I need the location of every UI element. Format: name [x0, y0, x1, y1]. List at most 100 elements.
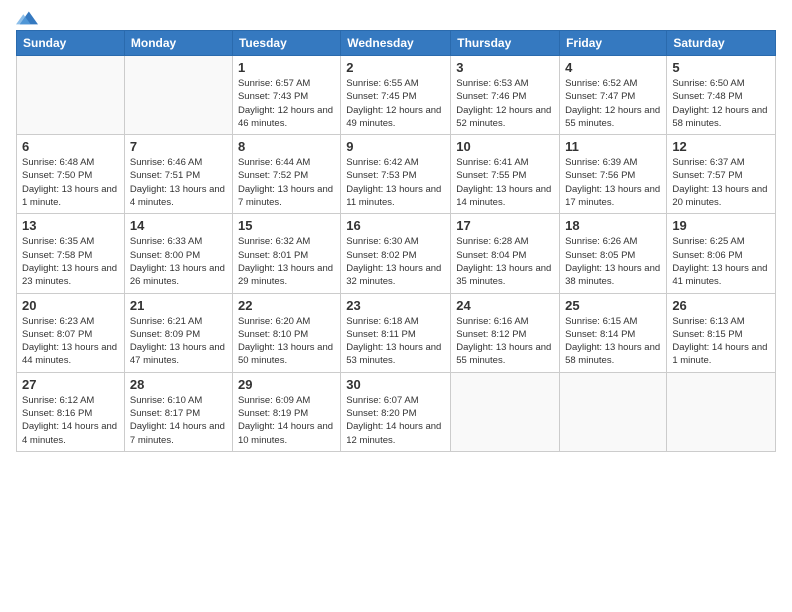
- sunset: Sunset: 7:45 PM: [346, 91, 416, 102]
- calendar-cell: 22Sunrise: 6:20 AMSunset: 8:10 PMDayligh…: [232, 293, 340, 372]
- daylight: Daylight: 13 hours and 44 minutes.: [22, 342, 117, 366]
- daylight: Daylight: 13 hours and 4 minutes.: [130, 184, 225, 208]
- sunrise: Sunrise: 6:26 AM: [565, 236, 637, 247]
- calendar-weekday-wednesday: Wednesday: [341, 31, 451, 56]
- day-number: 20: [22, 298, 119, 313]
- sunrise: Sunrise: 6:07 AM: [346, 395, 418, 406]
- day-info: Sunrise: 6:28 AMSunset: 8:04 PMDaylight:…: [456, 235, 554, 288]
- daylight: Daylight: 13 hours and 29 minutes.: [238, 263, 333, 287]
- daylight: Daylight: 13 hours and 41 minutes.: [672, 263, 767, 287]
- day-info: Sunrise: 6:44 AMSunset: 7:52 PMDaylight:…: [238, 156, 335, 209]
- sunrise: Sunrise: 6:25 AM: [672, 236, 744, 247]
- sunset: Sunset: 8:14 PM: [565, 329, 635, 340]
- sunset: Sunset: 8:02 PM: [346, 250, 416, 261]
- sunset: Sunset: 8:05 PM: [565, 250, 635, 261]
- sunset: Sunset: 7:47 PM: [565, 91, 635, 102]
- day-number: 30: [346, 377, 445, 392]
- day-number: 25: [565, 298, 661, 313]
- day-info: Sunrise: 6:13 AMSunset: 8:15 PMDaylight:…: [672, 315, 770, 368]
- sunrise: Sunrise: 6:52 AM: [565, 78, 637, 89]
- day-info: Sunrise: 6:33 AMSunset: 8:00 PMDaylight:…: [130, 235, 227, 288]
- day-number: 23: [346, 298, 445, 313]
- calendar-cell: [667, 372, 776, 451]
- sunset: Sunset: 8:00 PM: [130, 250, 200, 261]
- daylight: Daylight: 12 hours and 46 minutes.: [238, 105, 333, 129]
- sunrise: Sunrise: 6:55 AM: [346, 78, 418, 89]
- logo: [16, 10, 38, 24]
- calendar-cell: 28 Sunrise: 6:10 AMSunset: 8:17 PMDayligh…: [124, 372, 232, 451]
- day-info: Sunrise: 6:52 AMSunset: 7:47 PMDaylight:…: [565, 77, 661, 130]
- calendar-cell: 7Sunrise: 6:46 AMSunset: 7:51 PMDaylight…: [124, 135, 232, 214]
- calendar-cell: 25Sunrise: 6:15 AMSunset: 8:14 PMDayligh…: [560, 293, 667, 372]
- sunrise: Sunrise: 6:37 AM: [672, 157, 744, 168]
- calendar-cell: [560, 372, 667, 451]
- calendar-cell: 20Sunrise: 6:23 AMSunset: 8:07 PMDayligh…: [17, 293, 125, 372]
- day-number: 28: [130, 377, 227, 392]
- sunrise: Sunrise: 6:32 AM: [238, 236, 310, 247]
- day-number: 16: [346, 218, 445, 233]
- sunset: Sunset: 8:04 PM: [456, 250, 526, 261]
- sunset: Sunset: 8:01 PM: [238, 250, 308, 261]
- calendar-cell: 9Sunrise: 6:42 AMSunset: 7:53 PMDaylight…: [341, 135, 451, 214]
- calendar-cell: 13Sunrise: 6:35 AMSunset: 7:58 PMDayligh…: [17, 214, 125, 293]
- sunset: Sunset: 7:58 PM: [22, 250, 92, 261]
- sunrise: Sunrise: 6:15 AM: [565, 316, 637, 327]
- daylight: Daylight: 13 hours and 50 minutes.: [238, 342, 333, 366]
- day-number: 22: [238, 298, 335, 313]
- day-info: Sunrise: 6:41 AMSunset: 7:55 PMDaylight:…: [456, 156, 554, 209]
- daylight: Daylight: 13 hours and 38 minutes.: [565, 263, 660, 287]
- sunrise: Sunrise: 6:46 AM: [130, 157, 202, 168]
- header: [16, 10, 776, 24]
- daylight: Daylight: 13 hours and 32 minutes.: [346, 263, 441, 287]
- day-number: 14: [130, 218, 227, 233]
- day-info: Sunrise: 6:25 AMSunset: 8:06 PMDaylight:…: [672, 235, 770, 288]
- calendar-table: SundayMondayTuesdayWednesdayThursdayFrid…: [16, 30, 776, 452]
- day-info: Sunrise: 6:15 AMSunset: 8:14 PMDaylight:…: [565, 315, 661, 368]
- daylight: Daylight: 12 hours and 58 minutes.: [672, 105, 767, 129]
- sunrise: Sunrise: 6:10 AM: [130, 395, 202, 406]
- daylight: Daylight: 14 hours and 12 minutes.: [346, 421, 441, 445]
- day-number: 3: [456, 60, 554, 75]
- sunrise: Sunrise: 6:35 AM: [22, 236, 94, 247]
- calendar-week-3: 13Sunrise: 6:35 AMSunset: 7:58 PMDayligh…: [17, 214, 776, 293]
- day-number: 12: [672, 139, 770, 154]
- day-number: 5: [672, 60, 770, 75]
- daylight: Daylight: 13 hours and 55 minutes.: [456, 342, 551, 366]
- logo-icon: [16, 6, 38, 28]
- calendar-week-5: 27Sunrise: 6:12 AMSunset: 8:16 PMDayligh…: [17, 372, 776, 451]
- calendar-cell: 2Sunrise: 6:55 AMSunset: 7:45 PMDaylight…: [341, 56, 451, 135]
- sunset: Sunset: 7:48 PM: [672, 91, 742, 102]
- calendar-week-2: 6Sunrise: 6:48 AMSunset: 7:50 PMDaylight…: [17, 135, 776, 214]
- daylight: Daylight: 13 hours and 35 minutes.: [456, 263, 551, 287]
- daylight: Daylight: 14 hours and 10 minutes.: [238, 421, 333, 445]
- calendar-cell: 5 Sunrise: 6:50 AMSunset: 7:48 PMDaylight…: [667, 56, 776, 135]
- sunset: Sunset: 8:20 PM: [346, 408, 416, 419]
- day-info: Sunrise: 6:10 AMSunset: 8:17 PMDaylight:…: [130, 394, 227, 447]
- sunset: Sunset: 8:07 PM: [22, 329, 92, 340]
- day-info: Sunrise: 6:37 AMSunset: 7:57 PMDaylight:…: [672, 156, 770, 209]
- sunrise: Sunrise: 6:16 AM: [456, 316, 528, 327]
- calendar-cell: 3Sunrise: 6:53 AMSunset: 7:46 PMDaylight…: [451, 56, 560, 135]
- sunrise: Sunrise: 6:42 AM: [346, 157, 418, 168]
- day-number: 19: [672, 218, 770, 233]
- sunset: Sunset: 8:16 PM: [22, 408, 92, 419]
- day-info: Sunrise: 6:50 AMSunset: 7:48 PMDaylight:…: [672, 77, 770, 130]
- daylight: Daylight: 13 hours and 53 minutes.: [346, 342, 441, 366]
- day-info: Sunrise: 6:16 AMSunset: 8:12 PMDaylight:…: [456, 315, 554, 368]
- page: SundayMondayTuesdayWednesdayThursdayFrid…: [0, 0, 792, 612]
- sunrise: Sunrise: 6:13 AM: [672, 316, 744, 327]
- day-number: 24: [456, 298, 554, 313]
- sunset: Sunset: 8:09 PM: [130, 329, 200, 340]
- day-number: 6: [22, 139, 119, 154]
- sunset: Sunset: 7:46 PM: [456, 91, 526, 102]
- calendar-cell: 1Sunrise: 6:57 AMSunset: 7:43 PMDaylight…: [232, 56, 340, 135]
- calendar-weekday-friday: Friday: [560, 31, 667, 56]
- calendar-cell: 30 Sunrise: 6:07 AM Sunset: 8:20 PM Dayligh…: [341, 372, 451, 451]
- day-number: 8: [238, 139, 335, 154]
- daylight: Daylight: 13 hours and 14 minutes.: [456, 184, 551, 208]
- day-info: Sunrise: 6:07 AM Sunset: 8:20 PM Daylight:…: [346, 394, 445, 447]
- sunset: Sunset: 8:10 PM: [238, 329, 308, 340]
- day-info: Sunrise: 6:39 AMSunset: 7:56 PMDaylight:…: [565, 156, 661, 209]
- calendar-cell: [451, 372, 560, 451]
- calendar-header-row: SundayMondayTuesdayWednesdayThursdayFrid…: [17, 31, 776, 56]
